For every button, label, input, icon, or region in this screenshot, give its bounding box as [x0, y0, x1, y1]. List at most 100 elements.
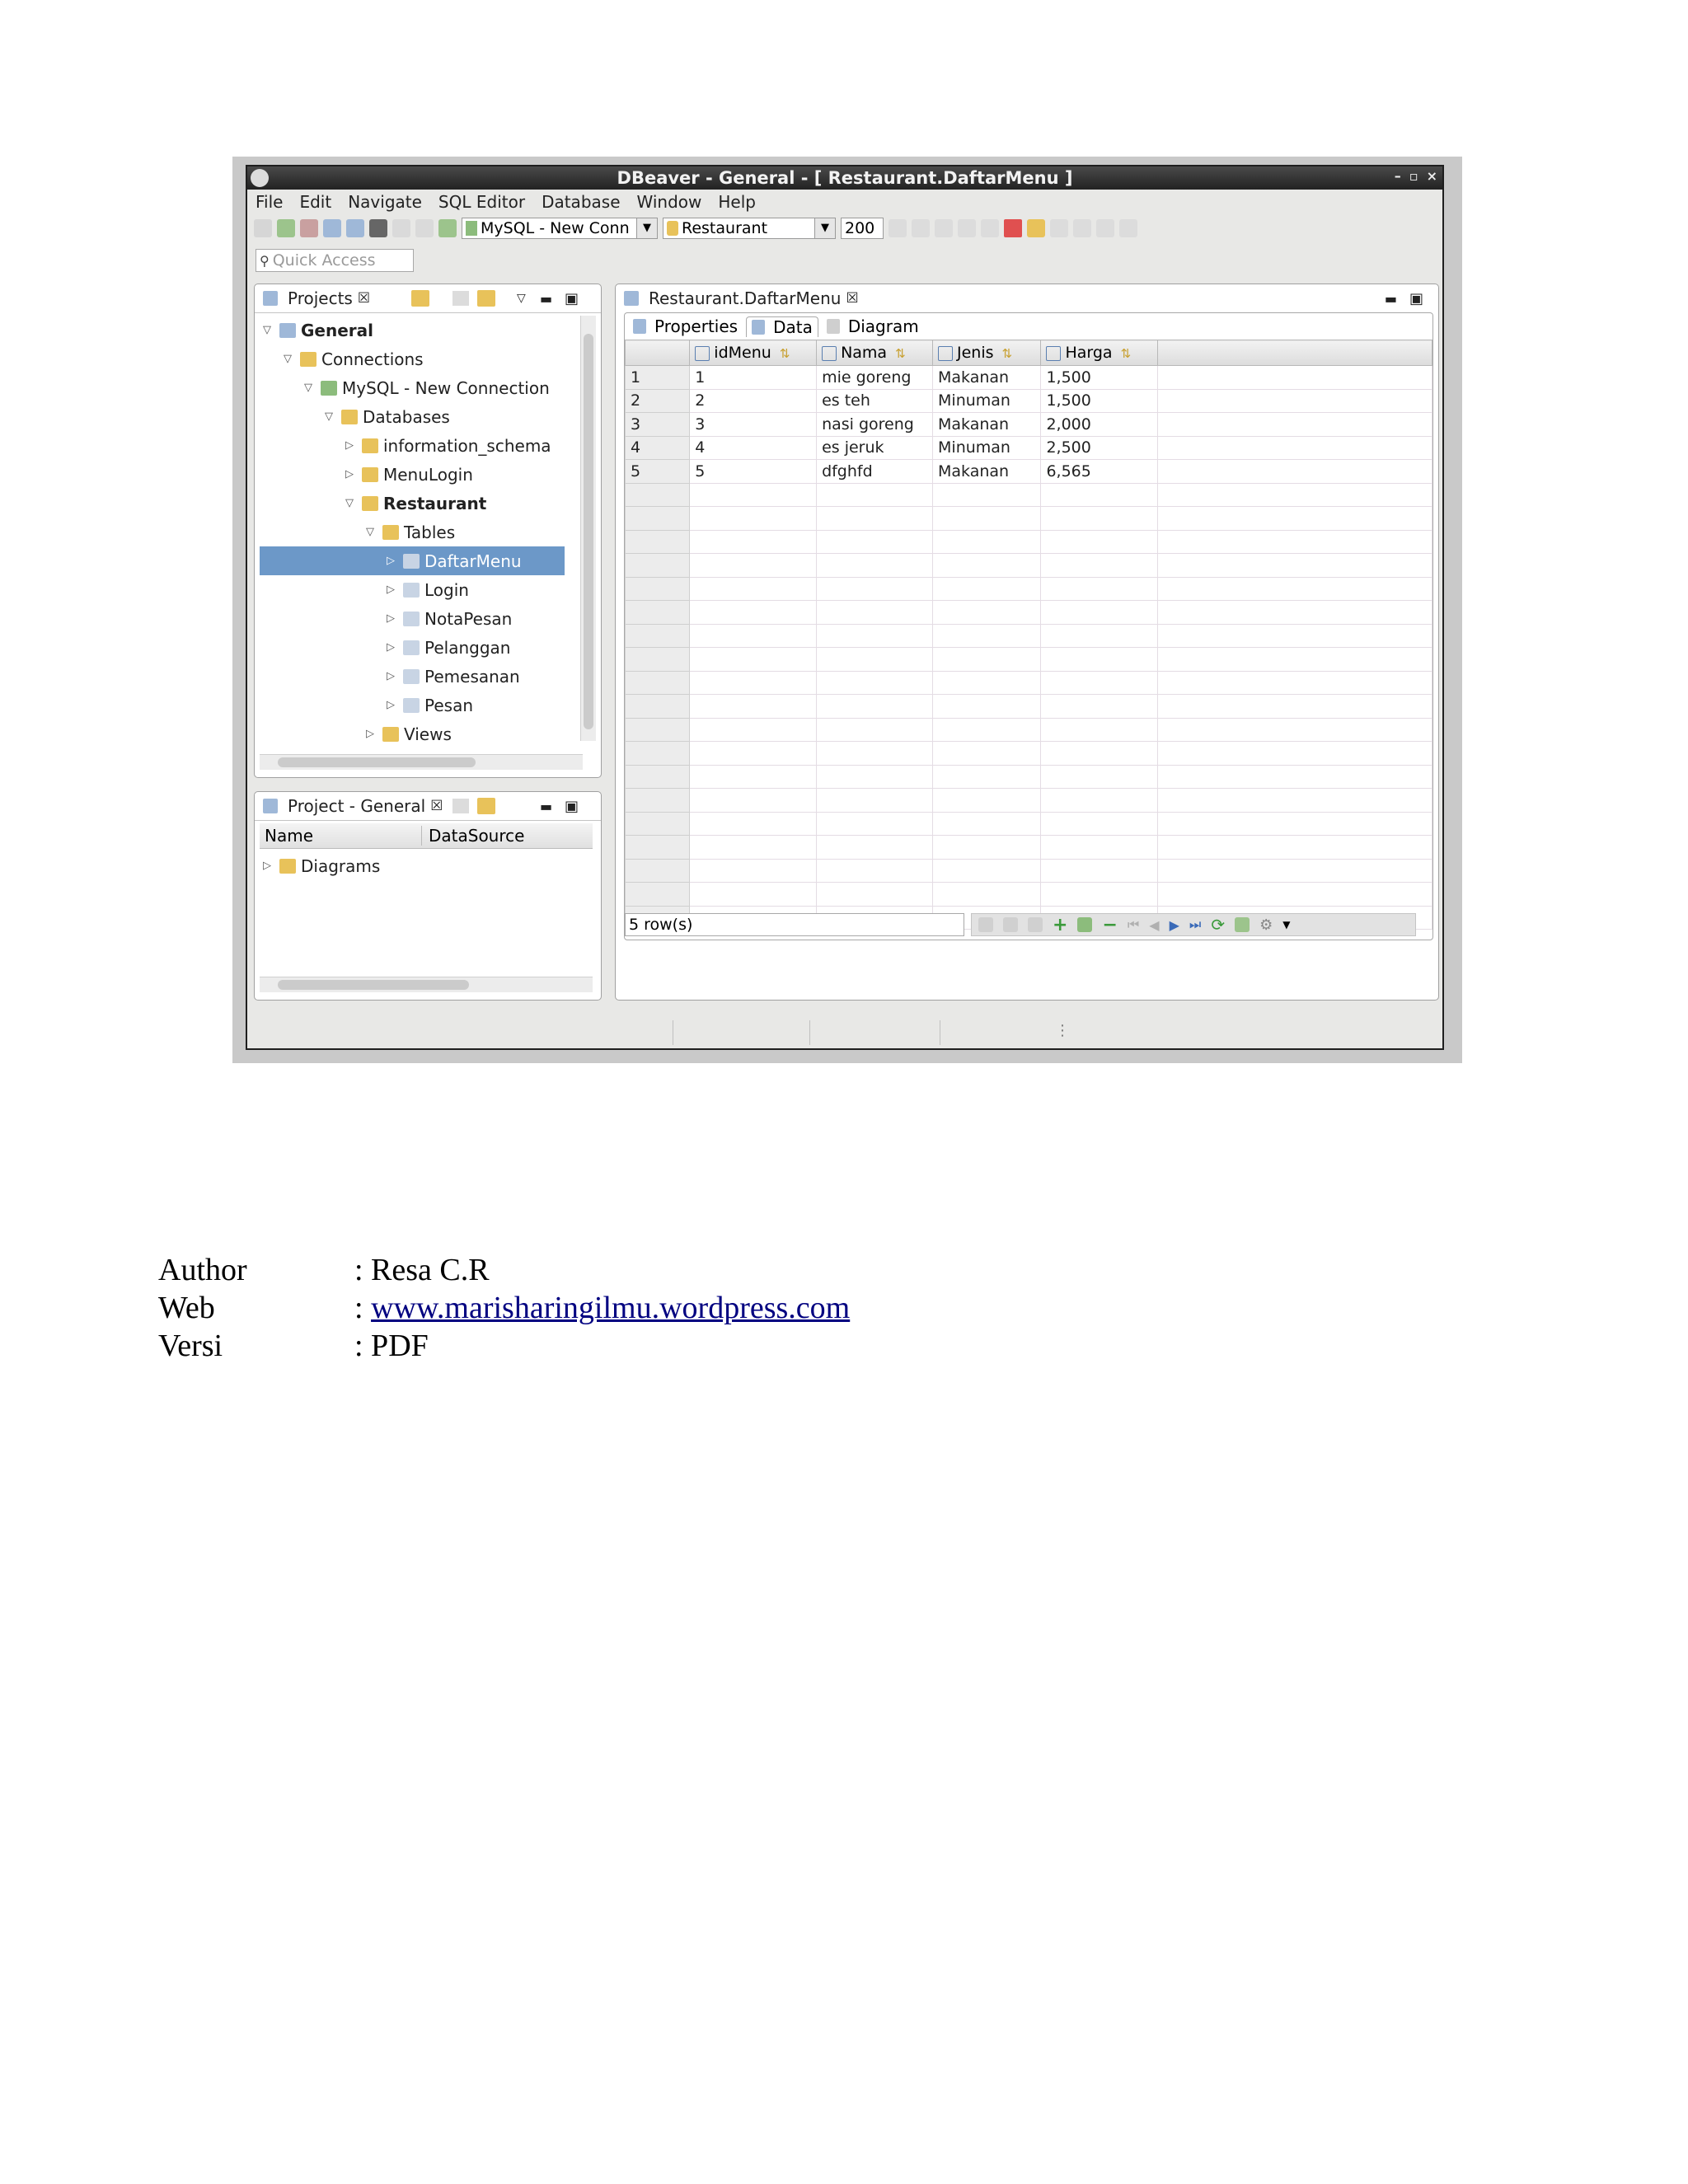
table-row[interactable]	[624, 647, 1432, 672]
scrollbar-thumb[interactable]	[278, 757, 476, 767]
table-cell[interactable]	[932, 600, 1042, 625]
table-cell[interactable]	[1157, 388, 1432, 413]
row-number[interactable]	[624, 741, 691, 766]
new-project-icon[interactable]	[411, 290, 429, 307]
first-page-icon[interactable]: ⏮	[1128, 916, 1139, 933]
menu-help[interactable]: Help	[718, 192, 756, 212]
subtab-properties[interactable]: Properties	[628, 316, 743, 336]
sort-icon[interactable]: ⇅	[780, 346, 790, 361]
row-number[interactable]	[624, 576, 691, 601]
table-cell[interactable]	[1157, 529, 1432, 554]
table-cell[interactable]	[1040, 882, 1159, 907]
maximize-view-icon[interactable]: ▣	[565, 798, 579, 815]
table-cell[interactable]	[1157, 482, 1432, 507]
collapse-icon[interactable]: ▽	[280, 353, 295, 365]
table-cell[interactable]	[932, 694, 1042, 719]
tree-item-databases[interactable]: ▽ Databases	[260, 402, 565, 431]
connect-icon[interactable]	[254, 219, 272, 237]
table-cell[interactable]: 2,500	[1040, 435, 1159, 460]
menu-file[interactable]: File	[256, 192, 283, 212]
rollback-icon[interactable]	[415, 219, 434, 237]
table-row[interactable]	[624, 717, 1432, 742]
active-database-select[interactable]: Restaurant ▼	[663, 218, 836, 239]
table-row[interactable]	[624, 788, 1432, 813]
table-row[interactable]	[624, 811, 1432, 836]
table-cell[interactable]	[816, 647, 934, 672]
column-header-nama[interactable]: Nama ⇅	[816, 340, 934, 366]
table-cell[interactable]	[1157, 764, 1432, 789]
table-cell[interactable]	[1157, 717, 1432, 742]
row-number[interactable]	[624, 811, 691, 836]
table-cell[interactable]: es teh	[816, 388, 934, 413]
table-cell[interactable]	[816, 764, 934, 789]
table-cell[interactable]	[689, 858, 818, 883]
table-cell[interactable]	[689, 506, 818, 531]
table-cell[interactable]	[1040, 576, 1159, 601]
table-cell[interactable]	[1040, 506, 1159, 531]
table-row[interactable]	[624, 576, 1432, 601]
expand-icon[interactable]: ▷	[383, 670, 398, 682]
table-cell[interactable]	[1157, 882, 1432, 907]
row-number[interactable]	[624, 647, 691, 672]
row-number[interactable]: 2	[624, 388, 691, 413]
tree-item-notapesan[interactable]: ▷ NotaPesan	[260, 604, 565, 633]
maximize-view-icon[interactable]: ▣	[565, 290, 579, 307]
table-cell[interactable]: mie goreng	[816, 365, 934, 390]
table-cell[interactable]	[1157, 412, 1432, 437]
table-cell[interactable]	[932, 788, 1042, 813]
collapse-icon[interactable]	[452, 799, 469, 813]
table-cell[interactable]: es jeruk	[816, 435, 934, 460]
cut-icon[interactable]	[912, 219, 930, 237]
minimize-view-icon[interactable]: ▬	[540, 291, 552, 307]
table-cell[interactable]	[932, 576, 1042, 601]
table-row[interactable]	[624, 529, 1432, 554]
table-cell[interactable]: 2,000	[1040, 412, 1159, 437]
row-number[interactable]	[624, 858, 691, 883]
new-script-icon[interactable]	[346, 219, 364, 237]
collapse-icon[interactable]: ▽	[363, 526, 377, 538]
table-cell[interactable]: nasi goreng	[816, 412, 934, 437]
row-number[interactable]	[624, 670, 691, 695]
link-editor-icon[interactable]	[477, 798, 495, 814]
table-row[interactable]	[624, 553, 1432, 578]
tree-horizontal-scrollbar[interactable]	[260, 754, 583, 770]
tree-item-restaurant[interactable]: ▽ Restaurant	[260, 489, 565, 518]
table-cell[interactable]	[816, 482, 934, 507]
column-header-jenis[interactable]: Jenis ⇅	[932, 340, 1042, 366]
table-cell[interactable]	[932, 506, 1042, 531]
table-cell[interactable]	[1157, 459, 1432, 484]
table-cell[interactable]	[816, 576, 934, 601]
collapse-icon[interactable]: ▽	[321, 410, 336, 423]
menu-window[interactable]: Window	[637, 192, 702, 212]
table-cell[interactable]	[689, 600, 818, 625]
table-cell[interactable]	[1157, 623, 1432, 648]
layout-icon[interactable]	[1119, 219, 1137, 237]
tree-item-diagrams[interactable]: ▷ Diagrams	[260, 851, 380, 880]
table-cell[interactable]	[816, 835, 934, 860]
tree-item-information-schema[interactable]: ▷ information_schema	[260, 431, 565, 460]
web-link[interactable]: www.marisharingilmu.wordpress.com	[371, 1289, 850, 1327]
table-row[interactable]: 4 4 es jeruk Minuman 2,500	[624, 435, 1432, 460]
table-cell[interactable]	[1040, 553, 1159, 578]
table-cell[interactable]: 2	[689, 388, 818, 413]
grid-corner[interactable]	[624, 340, 691, 366]
tree-item-connections[interactable]: ▽ Connections	[260, 344, 565, 373]
table-cell[interactable]	[932, 835, 1042, 860]
row-number[interactable]	[624, 506, 691, 531]
close-tab-icon[interactable]: ☒	[358, 290, 370, 307]
table-cell[interactable]	[1040, 529, 1159, 554]
scrollbar-thumb[interactable]	[584, 334, 593, 729]
panels-icon[interactable]	[1235, 917, 1250, 932]
save-changes-icon[interactable]	[978, 917, 993, 932]
table-cell[interactable]	[932, 482, 1042, 507]
row-number[interactable]	[624, 835, 691, 860]
table-cell[interactable]	[1040, 482, 1159, 507]
sort-icon[interactable]: ⇅	[895, 346, 906, 361]
menu-database[interactable]: Database	[542, 192, 620, 212]
row-number[interactable]: 4	[624, 435, 691, 460]
pin-icon[interactable]	[1096, 219, 1114, 237]
table-cell[interactable]	[1157, 835, 1432, 860]
row-number[interactable]	[624, 764, 691, 789]
row-number[interactable]: 1	[624, 365, 691, 390]
table-cell[interactable]	[689, 694, 818, 719]
